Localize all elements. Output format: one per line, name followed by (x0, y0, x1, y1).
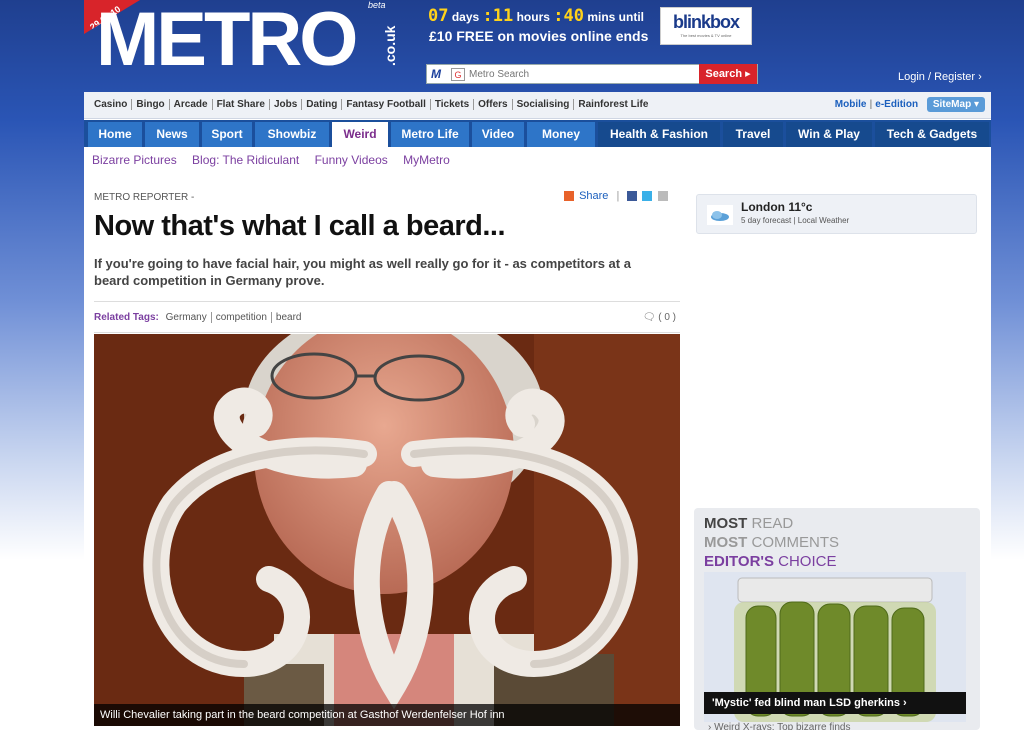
tab-sport[interactable]: Sport (202, 122, 252, 147)
tags-label: Related Tags: (94, 312, 159, 323)
utilnav-fantasy-football[interactable]: Fantasy Football (342, 99, 431, 110)
tab-showbiz[interactable]: Showbiz (255, 122, 329, 147)
editors-choice-b: CHOICE (778, 553, 837, 570)
utilnav-arcade[interactable]: Arcade (170, 99, 213, 110)
tab-health-fashion[interactable]: Health & Fashion (598, 122, 720, 147)
weather-city: London 11°c (741, 200, 813, 214)
most-read-b: READ (751, 515, 794, 532)
utilnav-rainforest-life[interactable]: Rainforest Life (574, 99, 652, 110)
tab-money[interactable]: Money (527, 122, 595, 147)
editors-choice-caption-text: 'Mystic' fed blind man LSD gherkins (712, 697, 900, 709)
tab-tech-gadgets[interactable]: Tech & Gadgets (875, 122, 989, 147)
comments-count-text: ( 0 ) (658, 312, 676, 323)
tag-beard[interactable]: beard (272, 312, 306, 323)
editors-choice-a: EDITOR'S (704, 553, 774, 570)
most-read-a: MOST (704, 515, 748, 532)
utility-nav: Casino Bingo Arcade Flat Share Jobs Dating Fan… (84, 92, 991, 119)
promo-countdown[interactable]: 07 days :11 hours :40 mins until (428, 6, 644, 26)
utilnav-jobs[interactable]: Jobs (270, 99, 303, 110)
related-tags: Related Tags: Germany competition beard 🗨 … (94, 301, 680, 333)
countdown-mins: :40 (553, 6, 584, 26)
subnav-funny-videos[interactable]: Funny Videos (315, 153, 388, 167)
logo-domain: .co.uk (382, 25, 398, 66)
editors-choice-caption[interactable]: 'Mystic' fed blind man LSD gherkins › (704, 692, 966, 714)
sitemap-button[interactable]: SiteMap ▾ (926, 97, 985, 112)
sitemap-label: SiteMap (932, 99, 972, 110)
metro-logo[interactable]: METRO (96, 2, 358, 78)
tab-video[interactable]: Video (472, 122, 524, 147)
utilnav-casino[interactable]: Casino (94, 99, 133, 110)
tab-news[interactable]: News (145, 122, 199, 147)
weather-widget[interactable]: London 11°c 5 day forecast | Local Weath… (696, 194, 977, 234)
search-bar: M G Search ▸ (426, 64, 758, 84)
tab-editors-choice[interactable]: EDITOR'S CHOICE (704, 552, 970, 571)
tab-weird[interactable]: Weird (332, 122, 388, 147)
photo-caption: Willi Chevalier taking part in the beard… (94, 704, 680, 726)
utilnav-offers[interactable]: Offers (474, 99, 513, 110)
countdown-hours: :11 (482, 6, 514, 26)
promo-text[interactable]: £10 FREE on movies online ends (429, 28, 648, 44)
utilnav-dating[interactable]: Dating (302, 99, 343, 110)
most-popular-box: MOST READ MOST COMMENTS EDITOR'S CHOICE … (694, 508, 980, 730)
share-tools: Share | (564, 190, 670, 202)
email-icon[interactable] (657, 191, 668, 202)
tab-win-play[interactable]: Win & Play (786, 122, 872, 147)
byline: METRO REPORTER - (94, 192, 195, 203)
utilnav-socialising[interactable]: Socialising (513, 99, 575, 110)
share-plus-icon[interactable] (564, 191, 574, 202)
countdown-mins-label: mins until (587, 10, 645, 24)
speech-bubble-icon: 🗨 (642, 312, 656, 323)
sub-nav: Bizarre Pictures Blog: The Ridiculant Fu… (92, 153, 462, 167)
utilnav-tickets[interactable]: Tickets (431, 99, 475, 110)
most-comments-a: MOST (704, 534, 748, 551)
blinkbox-tagline: The best movies & TV online (680, 33, 732, 38)
blinkbox-logo: blinkbox (672, 12, 740, 32)
share-link[interactable]: Share (579, 190, 608, 202)
facebook-icon[interactable] (627, 191, 638, 202)
weather-links[interactable]: 5 day forecast | Local Weather (741, 216, 849, 225)
subnav-mymetro[interactable]: MyMetro (403, 153, 450, 167)
e-edition-link[interactable]: e-Edition (875, 99, 918, 110)
main-panel: Casino Bingo Arcade Flat Share Jobs Dating Fan… (84, 92, 991, 730)
tab-travel[interactable]: Travel (723, 122, 783, 147)
tab-home[interactable]: Home (88, 122, 142, 147)
tab-most-read[interactable]: MOST READ (704, 514, 970, 533)
countdown-days: 07 (428, 6, 449, 26)
countdown-days-label: days (451, 10, 480, 24)
tab-most-comments[interactable]: MOST COMMENTS (704, 533, 970, 552)
editors-choice-image[interactable]: 'Mystic' fed blind man LSD gherkins › (704, 572, 966, 722)
twitter-icon[interactable] (642, 191, 653, 202)
main-nav: Home News Sport Showbiz Weird Metro Life… (84, 120, 991, 147)
tag-competition[interactable]: competition (211, 312, 272, 323)
article-standfirst: If you're going to have facial hair, you… (94, 256, 631, 288)
beard-man-photo (94, 334, 680, 726)
search-input[interactable] (469, 66, 699, 82)
countdown-hours-label: hours (516, 10, 550, 24)
next-story-text: Weird X-rays: Top bizarre finds (714, 722, 851, 730)
subnav-blog[interactable]: Blog: The Ridiculant (192, 153, 299, 167)
tag-germany[interactable]: Germany (161, 312, 212, 323)
login-label: Login / Register (898, 71, 976, 83)
utilnav-flat-share[interactable]: Flat Share (213, 99, 270, 110)
next-story-link[interactable]: › Weird X-rays: Top bizarre finds (708, 722, 850, 730)
blinkbox-ad[interactable]: blinkbox The best movies & TV online (660, 7, 752, 45)
metro-m-icon[interactable]: M (431, 67, 441, 81)
article-headline: Now that's what I call a beard... (94, 210, 506, 242)
search-button[interactable]: Search ▸ (699, 64, 757, 84)
subnav-bizarre-pictures[interactable]: Bizarre Pictures (92, 153, 177, 167)
most-comments-b: COMMENTS (751, 534, 840, 551)
site-header: 29.03.10 METRO beta .co.uk 07 days :11 h… (0, 0, 1024, 92)
google-g-icon[interactable]: G (451, 68, 465, 81)
comments-count[interactable]: 🗨 ( 0 ) (643, 312, 676, 323)
search-button-label: Search (705, 68, 743, 80)
mobile-link[interactable]: Mobile (835, 99, 867, 110)
utility-right: Mobile | e-Edition SiteMap ▾ (835, 97, 985, 112)
utilnav-bingo[interactable]: Bingo (132, 99, 170, 110)
logo-beta: beta (368, 0, 386, 10)
tab-metro-life[interactable]: Metro Life (391, 122, 469, 147)
article-photo[interactable]: Willi Chevalier taking part in the beard… (94, 334, 680, 726)
weather-cloud-icon (707, 205, 733, 225)
login-register-link[interactable]: Login / Register › (898, 71, 982, 83)
